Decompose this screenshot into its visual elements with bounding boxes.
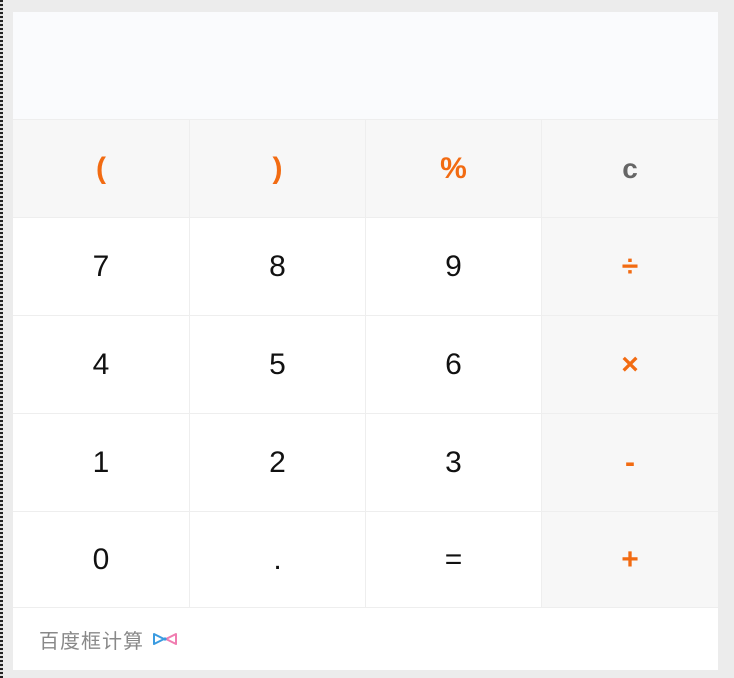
digit-6-button[interactable]: 6 xyxy=(366,316,542,414)
percent-button[interactable]: % xyxy=(366,120,542,218)
decimal-button[interactable]: . xyxy=(190,512,366,608)
digit-1-button[interactable]: 1 xyxy=(13,414,190,512)
digit-5-button[interactable]: 5 xyxy=(190,316,366,414)
footer-label: 百度框计算 xyxy=(39,630,144,653)
digit-9-button[interactable]: 9 xyxy=(366,218,542,316)
digit-4-button[interactable]: 4 xyxy=(13,316,190,414)
multiply-button[interactable]: × xyxy=(542,316,718,414)
subtract-button[interactable]: - xyxy=(542,414,718,512)
calculator: ( ) % c 7 8 9 ÷ 4 5 6 × 1 2 3 - 0 . = + … xyxy=(13,12,718,670)
divide-button[interactable]: ÷ xyxy=(542,218,718,316)
clear-button[interactable]: c xyxy=(542,120,718,218)
calculator-footer: 百度框计算 xyxy=(13,608,718,670)
keypad: ( ) % c 7 8 9 ÷ 4 5 6 × 1 2 3 - 0 . = + xyxy=(13,120,718,608)
open-paren-button[interactable]: ( xyxy=(13,120,190,218)
digit-8-button[interactable]: 8 xyxy=(190,218,366,316)
close-paren-button[interactable]: ) xyxy=(190,120,366,218)
calculator-window: ( ) % c 7 8 9 ÷ 4 5 6 × 1 2 3 - 0 . = + … xyxy=(0,0,734,678)
digit-0-button[interactable]: 0 xyxy=(13,512,190,608)
digit-3-button[interactable]: 3 xyxy=(366,414,542,512)
equals-button[interactable]: = xyxy=(366,512,542,608)
window-edge xyxy=(0,0,3,678)
digit-2-button[interactable]: 2 xyxy=(190,414,366,512)
calculator-display xyxy=(13,12,718,120)
add-button[interactable]: + xyxy=(542,512,718,608)
digit-7-button[interactable]: 7 xyxy=(13,218,190,316)
bow-icon xyxy=(152,631,178,647)
